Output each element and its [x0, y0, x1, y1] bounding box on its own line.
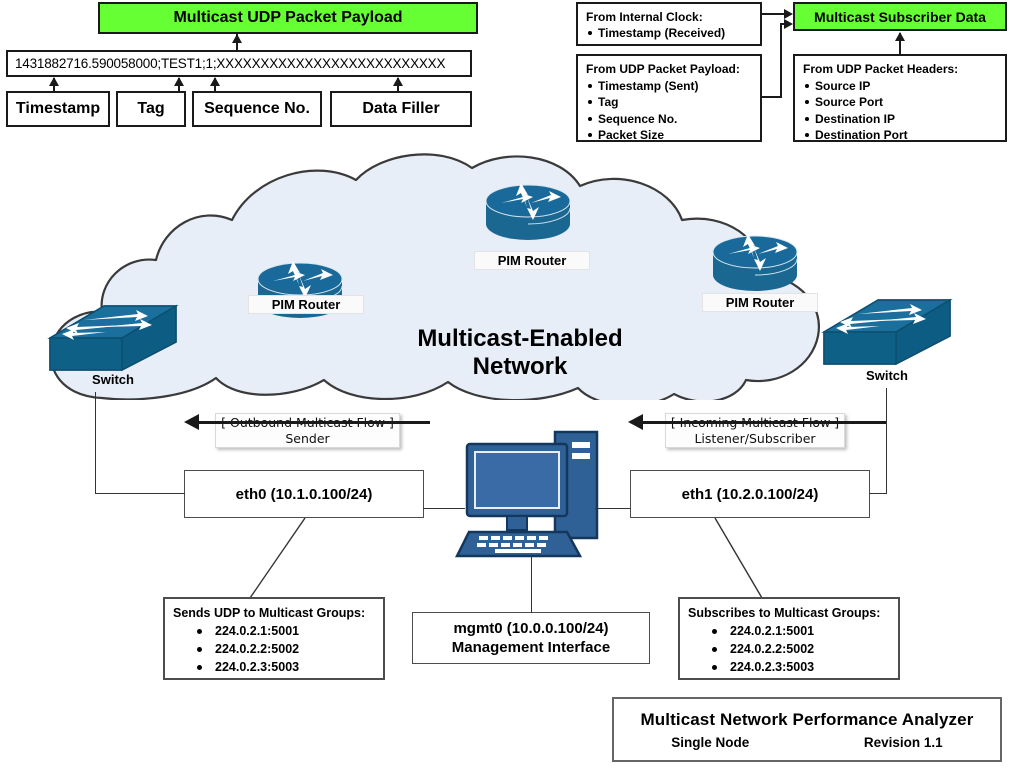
subscriber-groups-title: Subscribes to Multicast Groups: [688, 606, 881, 620]
eth1-to-subscriber-groups-connector [714, 517, 763, 599]
incoming-flow-line [636, 421, 886, 424]
list-item: 224.0.2.3:5003 [688, 658, 891, 676]
sender-groups-list: 224.0.2.1:5001 224.0.2.2:5002 224.0.2.3:… [173, 622, 376, 676]
payload-to-subscriber-line-a [762, 96, 782, 98]
list-item: Source Port [803, 94, 998, 111]
payload-sample-string: 1431882716.590058000;TEST1;1;XXXXXXXXXXX… [6, 50, 472, 77]
subscriber-data-header: Multicast Subscriber Data [793, 2, 1007, 31]
sender-groups-title: Sends UDP to Multicast Groups: [173, 606, 366, 620]
timestamp-field-arrowhead [49, 77, 59, 86]
incoming-flow-label: [ Incoming Multicast Flow ] Listener/Sub… [665, 413, 845, 448]
list-item: 224.0.2.1:5001 [688, 622, 891, 640]
list-item: Timestamp (Received) [586, 25, 753, 41]
clock-to-subscriber-arrowhead [784, 9, 793, 19]
payload-field-data-filler: Data Filler [330, 91, 472, 127]
switch-right-to-eth1-vertical [886, 388, 887, 494]
source-udp-headers-list: Source IP Source Port Destination IP Des… [803, 78, 998, 144]
list-item: 224.0.2.2:5002 [173, 640, 376, 658]
list-item: 224.0.2.1:5001 [173, 622, 376, 640]
tag-field-arrowhead [174, 77, 184, 86]
source-udp-payload-list: Timestamp (Sent) Tag Sequence No. Packet… [586, 78, 753, 144]
source-internal-clock-title: From Internal Clock: [586, 10, 703, 24]
list-item: 224.0.2.2:5002 [688, 640, 891, 658]
switch-left-to-eth0-vertical [95, 392, 96, 494]
mgmt0-line2: Management Interface [451, 639, 611, 656]
switch-right-icon [821, 298, 953, 366]
pim-router-3-label: PIM Router [702, 293, 818, 312]
outbound-flow-line2: Sender [285, 430, 330, 446]
list-item: Timestamp (Sent) [586, 78, 753, 95]
outbound-flow-arrowhead [184, 414, 199, 430]
title-block-revision: Revision 1.1 [863, 734, 943, 750]
incoming-flow-arrowhead [628, 414, 643, 430]
list-item: Tag [586, 94, 753, 111]
mgmt0-line1: mgmt0 (10.0.0.100/24) [453, 619, 609, 637]
eth0-interface-box: eth0 (10.1.0.100/24) [184, 470, 424, 518]
pim-router-1-label: PIM Router [248, 295, 364, 314]
source-udp-payload-title: From UDP Packet Payload: [586, 62, 740, 76]
list-item: Destination IP [803, 111, 998, 128]
subscriber-groups-list: 224.0.2.1:5001 224.0.2.2:5002 224.0.2.3:… [688, 622, 891, 676]
title-block-node: Single Node [671, 734, 750, 750]
sequence-field-arrowhead [210, 77, 220, 86]
title-block: Multicast Network Performance Analyzer S… [612, 697, 1002, 762]
payload-to-subscriber-line-b [780, 23, 782, 98]
subscriber-groups-box: Subscribes to Multicast Groups: 224.0.2.… [678, 597, 900, 680]
diagram-canvas: Multicast UDP Packet Payload 1431882716.… [0, 0, 1011, 769]
payload-field-timestamp: Timestamp [6, 91, 110, 127]
outbound-flow-line [190, 421, 430, 424]
list-item: Sequence No. [586, 111, 753, 128]
analyzer-pc-icon [455, 430, 599, 558]
payload-field-sequence-no: Sequence No. [192, 91, 322, 127]
pim-router-3-icon [712, 234, 798, 291]
packet-payload-header: Multicast UDP Packet Payload [98, 2, 478, 34]
sender-groups-box: Sends UDP to Multicast Groups: 224.0.2.1… [163, 597, 385, 680]
eth0-to-pc-line [423, 508, 465, 509]
pim-router-2-label: PIM Router [474, 251, 590, 270]
cloud-label: Multicast-Enabled Network [385, 325, 655, 380]
cloud-label-line1: Multicast-Enabled [417, 325, 623, 352]
title-block-title: Multicast Network Performance Analyzer [640, 709, 974, 729]
pim-router-1-icon [257, 261, 343, 318]
pim-router-2-icon [485, 183, 571, 240]
list-item: Packet Size [586, 127, 753, 144]
payload-to-header-arrowhead [232, 34, 242, 43]
mgmt0-interface-box: mgmt0 (10.0.0.100/24) Management Interfa… [412, 612, 650, 664]
source-udp-payload: From UDP Packet Payload: Timestamp (Sent… [576, 54, 762, 142]
switch-left-icon [47, 304, 179, 372]
payload-to-subscriber-arrowhead [784, 19, 793, 29]
eth0-to-sender-groups-connector [249, 517, 306, 599]
headers-to-subscriber-arrowhead [895, 32, 905, 41]
switch-right-to-eth1-horizontal [869, 493, 887, 494]
cloud-label-line2: Network [472, 352, 568, 380]
eth1-interface-box: eth1 (10.2.0.100/24) [630, 470, 870, 518]
switch-left-to-eth0-horizontal [95, 493, 185, 494]
filler-field-arrowhead [393, 77, 403, 86]
list-item: Destination Port [803, 127, 998, 144]
source-udp-headers: From UDP Packet Headers: Source IP Sourc… [793, 54, 1007, 142]
payload-field-tag: Tag [116, 91, 186, 127]
list-item: Source IP [803, 78, 998, 95]
switch-right-label: Switch [866, 368, 908, 383]
source-internal-clock-list: Timestamp (Received) [586, 25, 753, 41]
incoming-flow-line2: Listener/Subscriber [694, 430, 816, 446]
outbound-flow-label: [ Outbound Multicast Flow ] Sender [215, 413, 400, 448]
list-item: 224.0.2.3:5003 [173, 658, 376, 676]
switch-left-label: Switch [92, 372, 134, 387]
pc-to-mgmt0-line [531, 556, 532, 613]
source-udp-headers-title: From UDP Packet Headers: [803, 62, 959, 76]
eth1-to-pc-line [595, 508, 631, 509]
source-internal-clock: From Internal Clock: Timestamp (Received… [576, 2, 762, 46]
